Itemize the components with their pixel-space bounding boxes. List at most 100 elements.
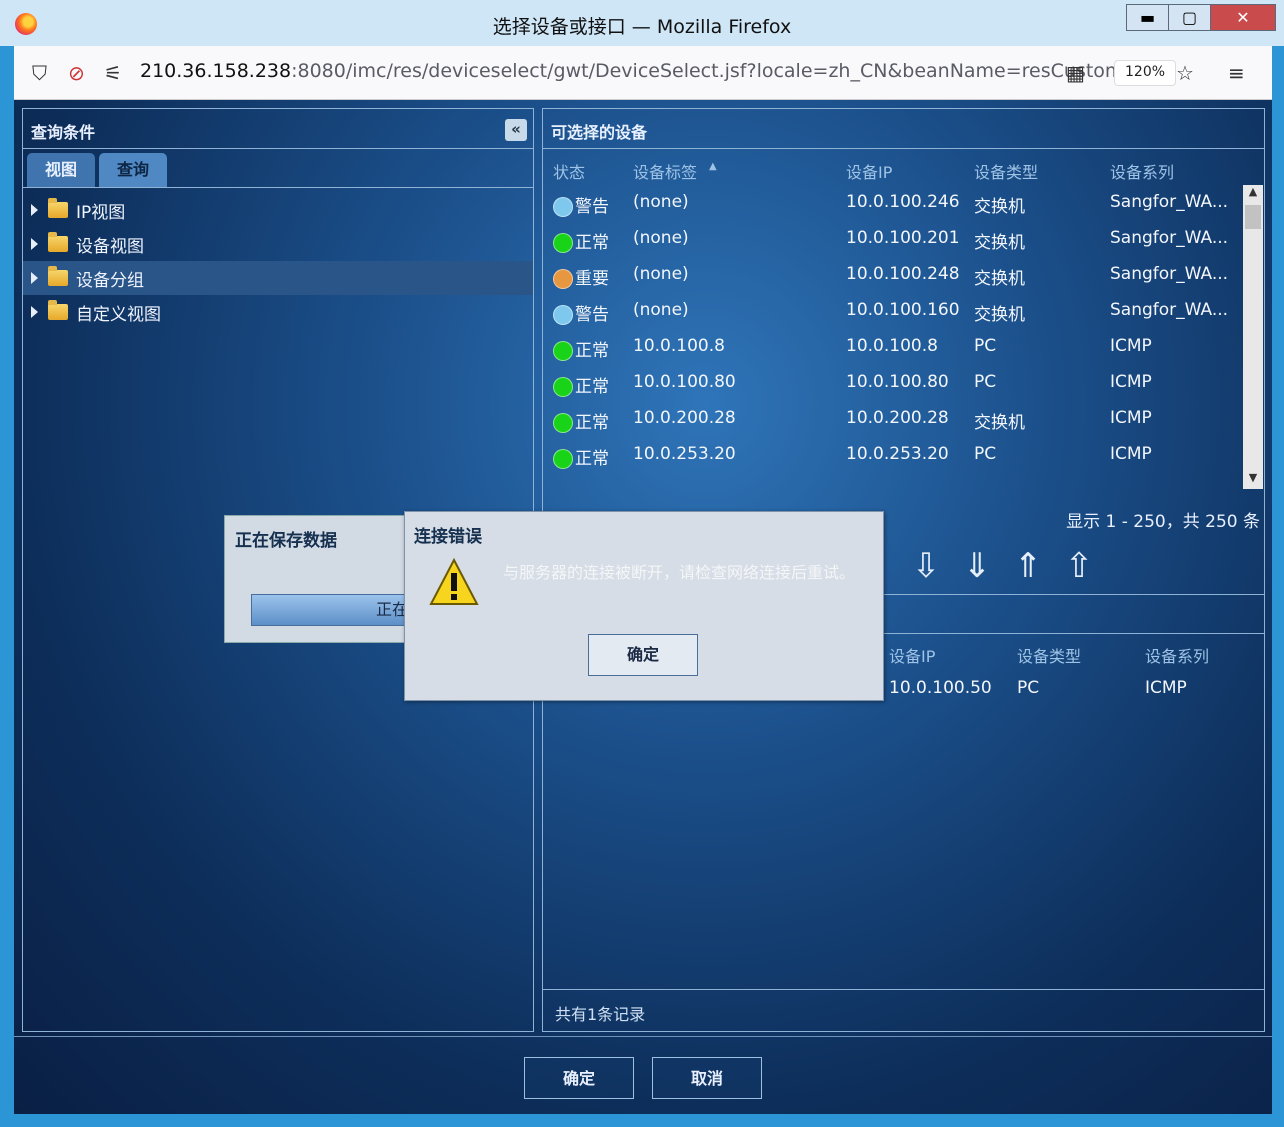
- record-count: 共有1条记录: [555, 1005, 646, 1024]
- tab-divider: [23, 187, 533, 188]
- table-row[interactable]: 正常 10.0.100.80 10.0.100.80 PC ICMP: [543, 365, 1244, 401]
- url-host: 210.36.158.238: [140, 60, 292, 82]
- saving-dialog: 正在保存数据 正在: [224, 515, 424, 643]
- status-text: 正常: [575, 341, 609, 361]
- move-up-icon[interactable]: ⇑: [1007, 546, 1049, 586]
- address-input[interactable]: 210.36.158.238:8080/imc/res/deviceselect…: [140, 60, 1141, 82]
- table-row[interactable]: 重要 (none) 10.0.100.248 交换机 Sangfor_WA...: [543, 257, 1244, 293]
- cell-type: 交换机: [974, 197, 1025, 217]
- status-dot-icon: [553, 377, 573, 397]
- error-ok-button[interactable]: 确定: [588, 634, 698, 676]
- cell-series: Sangfor_WA...: [1110, 192, 1229, 212]
- sel-col-ip[interactable]: 设备IP: [889, 643, 935, 667]
- scroll-up-icon[interactable]: ▲: [1243, 185, 1263, 203]
- cell-status: 正常: [553, 336, 609, 361]
- shield-icon[interactable]: ⛉: [32, 61, 47, 85]
- col-series[interactable]: 设备系列: [1110, 159, 1174, 183]
- error-dialog-title: 连接错误: [414, 527, 482, 547]
- ok-button[interactable]: 确定: [524, 1057, 634, 1099]
- expand-arrow-icon[interactable]: [31, 204, 38, 216]
- permissions-icon[interactable]: ⚟: [104, 61, 122, 85]
- cell-status: 重要: [553, 264, 609, 289]
- cancel-button[interactable]: 取消: [652, 1057, 762, 1099]
- move-all-down-icon[interactable]: ⇩: [905, 546, 947, 586]
- window-title: 选择设备或接口 — Mozilla Firefox: [492, 16, 792, 38]
- col-label[interactable]: 设备标签: [633, 159, 697, 183]
- cell-label: (none): [633, 228, 689, 248]
- cell-label: 10.0.253.20: [633, 444, 736, 464]
- col-ip[interactable]: 设备IP: [846, 159, 892, 183]
- cell-series: ICMP: [1110, 336, 1152, 356]
- tree-item-ip-view[interactable]: IP视图: [23, 193, 533, 227]
- cell-status: 正常: [553, 444, 609, 469]
- status-text: 正常: [575, 233, 609, 253]
- table-row[interactable]: 警告 (none) 10.0.100.246 交换机 Sangfor_WA...: [543, 185, 1244, 221]
- cell-label: (none): [633, 300, 689, 320]
- status-text: 重要: [575, 269, 609, 289]
- cell-series: ICMP: [1110, 408, 1152, 428]
- folder-icon: [48, 198, 68, 218]
- cell-label: 10.0.100.80: [633, 372, 736, 392]
- tree-item-label: 自定义视图: [76, 304, 161, 325]
- cell-ip: 10.0.200.28: [846, 408, 949, 428]
- status-dot-icon: [553, 197, 573, 217]
- scroll-down-icon[interactable]: ▼: [1243, 471, 1263, 489]
- button-bar-divider: [14, 1036, 1272, 1037]
- expand-arrow-icon[interactable]: [31, 306, 38, 318]
- tab-query[interactable]: 查询: [99, 153, 167, 187]
- device-table-scrollbar[interactable]: ▲ ▼: [1243, 185, 1263, 489]
- cell-series: Sangfor_WA...: [1110, 264, 1229, 284]
- status-dot-icon: [553, 449, 573, 469]
- sel-cell-type: PC: [1017, 678, 1040, 698]
- cell-ip: 10.0.100.80: [846, 372, 949, 392]
- insecure-lock-icon[interactable]: ⊘: [68, 61, 85, 85]
- tree-item-custom-view[interactable]: 自定义视图: [23, 295, 533, 329]
- col-status[interactable]: 状态: [553, 159, 585, 183]
- table-row[interactable]: 警告 (none) 10.0.100.160 交换机 Sangfor_WA...: [543, 293, 1244, 329]
- cell-label: (none): [633, 192, 689, 212]
- move-all-up-icon[interactable]: ⇧: [1058, 546, 1100, 586]
- table-row[interactable]: 正常 10.0.253.20 10.0.253.20 PC ICMP: [543, 437, 1244, 473]
- expand-arrow-icon[interactable]: [31, 238, 38, 250]
- view-tree: IP视图 设备视图 设备分组 自定义视图: [23, 193, 533, 329]
- sort-asc-icon: ▲: [709, 161, 717, 172]
- sel-cell-ip: 10.0.100.50: [889, 678, 992, 698]
- tab-view[interactable]: 视图: [27, 153, 95, 187]
- menu-icon[interactable]: ≡: [1228, 61, 1245, 85]
- table-row[interactable]: 正常 10.0.200.28 10.0.200.28 交换机 ICMP: [543, 401, 1244, 437]
- table-row[interactable]: 正常 10.0.100.8 10.0.100.8 PC ICMP: [543, 329, 1244, 365]
- qr-code-icon[interactable]: ▦: [1066, 61, 1085, 85]
- tree-item-device-group[interactable]: 设备分组: [23, 261, 533, 295]
- sel-col-series[interactable]: 设备系列: [1145, 643, 1209, 667]
- sel-col-type[interactable]: 设备类型: [1017, 643, 1081, 667]
- minimize-button[interactable]: ▬: [1126, 4, 1169, 31]
- status-text: 正常: [575, 377, 609, 397]
- maximize-button[interactable]: ▢: [1168, 4, 1211, 31]
- collapse-panel-icon[interactable]: «: [505, 119, 527, 141]
- device-panel-title: 可选择的设备: [543, 109, 1264, 149]
- cell-status: 正常: [553, 228, 609, 253]
- status-dot-icon: [553, 233, 573, 253]
- expand-arrow-icon[interactable]: [31, 272, 38, 284]
- folder-icon: [48, 232, 68, 252]
- status-text: 正常: [575, 449, 609, 469]
- cell-type: PC: [974, 372, 997, 392]
- scroll-thumb[interactable]: [1245, 205, 1261, 229]
- close-button[interactable]: ✕: [1210, 4, 1276, 31]
- cell-type: 交换机: [974, 269, 1025, 289]
- cell-series: ICMP: [1110, 444, 1152, 464]
- cell-status: 警告: [553, 192, 609, 217]
- move-down-icon[interactable]: ⇓: [956, 546, 998, 586]
- bookmark-star-icon[interactable]: ☆: [1176, 61, 1194, 85]
- zoom-level-button[interactable]: 120%: [1114, 60, 1177, 86]
- table-row[interactable]: 正常 (none) 10.0.100.201 交换机 Sangfor_WA...: [543, 221, 1244, 257]
- cell-type: 交换机: [974, 233, 1025, 253]
- saving-dialog-title: 正在保存数据: [235, 531, 337, 551]
- status-dot-icon: [553, 305, 573, 325]
- status-text: 正常: [575, 413, 609, 433]
- status-text: 警告: [575, 197, 609, 217]
- cell-ip: 10.0.100.8: [846, 336, 938, 356]
- connection-error-dialog: 连接错误 与服务器的连接被断开，请检查网络连接后重试。 确定: [404, 511, 884, 701]
- col-type[interactable]: 设备类型: [974, 159, 1038, 183]
- tree-item-device-view[interactable]: 设备视图: [23, 227, 533, 261]
